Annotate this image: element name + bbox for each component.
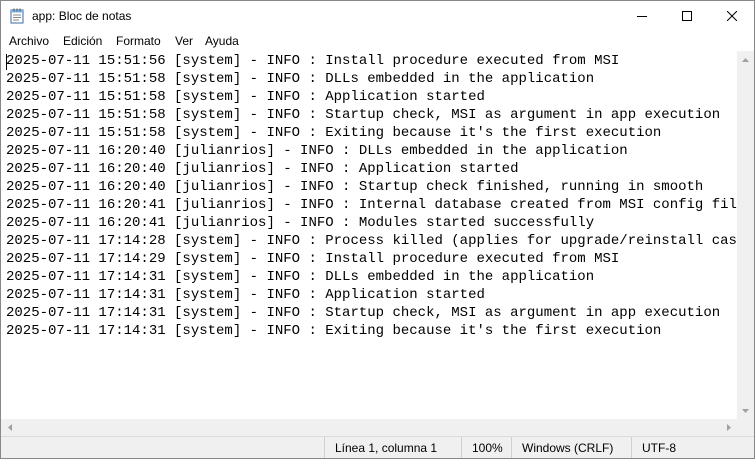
text-line: 2025-07-11 15:51:56 [system] - INFO : In… — [6, 53, 620, 69]
scrollbar-corner — [737, 419, 754, 436]
text-line: 2025-07-11 17:14:29 [system] - INFO : In… — [6, 251, 620, 267]
scroll-up-icon — [742, 57, 749, 62]
editor-text[interactable]: 2025-07-11 15:51:56 [system] - INFO : In… — [1, 51, 737, 340]
menu-bar: Archivo Edición Formato Ver Ayuda — [1, 31, 754, 51]
scroll-right-icon — [726, 424, 731, 431]
text-line: 2025-07-11 17:14:31 [system] - INFO : Ap… — [6, 287, 485, 303]
menu-view[interactable]: Ver — [175, 34, 193, 48]
minimize-icon — [636, 16, 647, 17]
text-line: 2025-07-11 17:14:28 [system] - INFO : Pr… — [6, 233, 737, 249]
notepad-window: app: Bloc de notas Archivo Edición Forma… — [0, 0, 755, 459]
text-line: 2025-07-11 17:14:31 [system] - INFO : DL… — [6, 269, 595, 285]
close-button[interactable] — [709, 1, 754, 31]
status-zoom-text: 100% — [472, 441, 503, 455]
text-line: 2025-07-11 17:14:31 [system] - INFO : St… — [6, 305, 721, 321]
window-title: app: Bloc de notas — [32, 9, 132, 23]
close-icon — [726, 11, 737, 21]
vertical-scrollbar[interactable] — [737, 51, 754, 419]
text-line: 2025-07-11 16:20:40 [julianrios] - INFO … — [6, 161, 519, 177]
menu-format[interactable]: Formato — [116, 34, 161, 48]
menu-help[interactable]: Ayuda — [205, 34, 239, 48]
title-bar[interactable]: app: Bloc de notas — [1, 1, 754, 31]
text-line: 2025-07-11 15:51:58 [system] - INFO : St… — [6, 107, 721, 123]
scroll-down-icon — [742, 408, 749, 413]
scroll-left-button[interactable] — [1, 419, 18, 436]
status-line-ending-text: Windows (CRLF) — [522, 441, 614, 455]
status-bar: Línea 1, columna 1 100% Windows (CRLF) U… — [1, 436, 754, 458]
minimize-button[interactable] — [619, 1, 664, 31]
text-editor[interactable]: 2025-07-11 15:51:56 [system] - INFO : In… — [1, 51, 737, 419]
scroll-down-button[interactable] — [737, 402, 754, 419]
text-line: 2025-07-11 15:51:58 [system] - INFO : Ap… — [6, 89, 485, 105]
horizontal-scrollbar[interactable] — [1, 419, 737, 436]
status-position-text: Línea 1, columna 1 — [335, 441, 438, 455]
scroll-left-icon — [7, 424, 12, 431]
text-caret — [6, 54, 7, 70]
menu-file[interactable]: Archivo — [9, 34, 49, 48]
text-line: 2025-07-11 15:51:58 [system] - INFO : DL… — [6, 71, 595, 87]
maximize-button[interactable] — [664, 1, 709, 31]
status-position: Línea 1, columna 1 — [324, 437, 461, 458]
status-line-ending: Windows (CRLF) — [511, 437, 631, 458]
status-zoom: 100% — [461, 437, 511, 458]
scroll-up-button[interactable] — [737, 51, 754, 68]
text-line: 2025-07-11 16:20:41 [julianrios] - INFO … — [6, 197, 737, 213]
scroll-right-button[interactable] — [720, 419, 737, 436]
text-line: 2025-07-11 17:14:31 [system] - INFO : Ex… — [6, 323, 662, 339]
text-line: 2025-07-11 16:20:40 [julianrios] - INFO … — [6, 179, 704, 195]
menu-edit[interactable]: Edición — [63, 34, 102, 48]
notepad-icon — [10, 8, 24, 24]
text-line: 2025-07-11 16:20:41 [julianrios] - INFO … — [6, 215, 595, 231]
status-encoding: UTF-8 — [631, 437, 754, 458]
text-line: 2025-07-11 16:20:40 [julianrios] - INFO … — [6, 143, 628, 159]
status-encoding-text: UTF-8 — [642, 441, 676, 455]
maximize-icon — [681, 11, 692, 21]
text-line: 2025-07-11 15:51:58 [system] - INFO : Ex… — [6, 125, 662, 141]
